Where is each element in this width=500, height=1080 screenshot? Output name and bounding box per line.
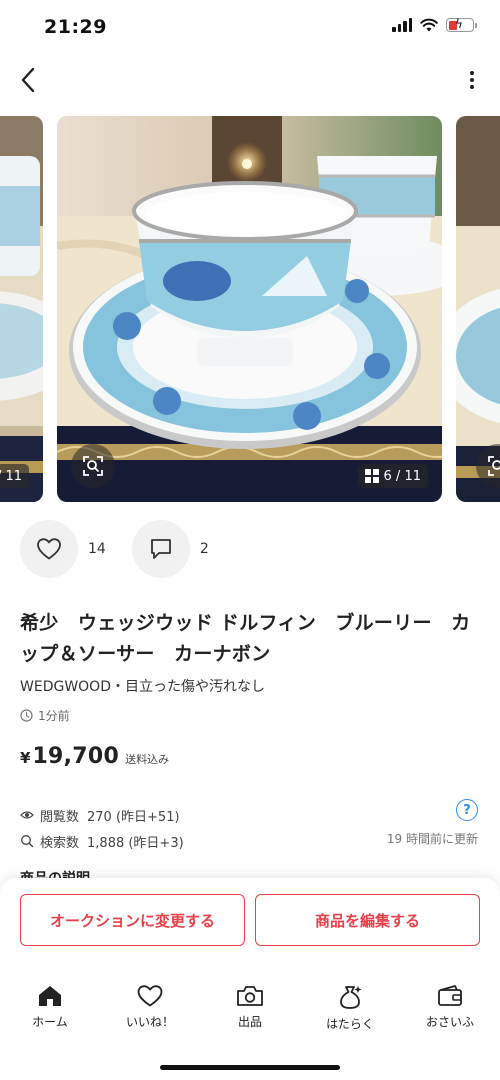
price-symbol: ¥ (20, 749, 31, 767)
tab-likes[interactable]: いいね！ (100, 984, 200, 1046)
heart-icon (37, 538, 61, 560)
home-icon (39, 986, 61, 1006)
zoom-search-icon (488, 456, 500, 476)
photo-counter-previous: / 11 (0, 464, 29, 488)
wallet-icon (438, 985, 462, 1006)
eye-icon (20, 811, 34, 819)
price-value: 19,700 (32, 744, 120, 769)
battery-icon: ϟ (446, 17, 477, 32)
price-row: ¥ 19,700 送料込み (20, 744, 169, 769)
views-row: 閲覧数 270 (昨日+51) (20, 802, 480, 828)
more-dot-icon (470, 71, 474, 75)
comment-icon (150, 539, 171, 559)
photo-previous[interactable]: / 11 (0, 116, 43, 502)
stats-block: 閲覧数 270 (昨日+51) 検索数 1,888 (昨日+3) ? 19 時間… (20, 799, 480, 854)
item-title: 希少 ウェッジウッド ドルフィン ブルーリー カップ＆ソーサー カーナボン (20, 612, 471, 665)
search-icon (21, 835, 34, 848)
like-count: 14 (88, 541, 106, 557)
tab-work[interactable]: はたらく (300, 984, 400, 1046)
action-buttons: オークションに変更する 商品を編集する (20, 894, 480, 946)
back-button[interactable] (10, 62, 46, 98)
bottom-panel: オークションに変更する 商品を編集する ホーム いいね！ 出品 はたらく おさい… (0, 878, 500, 1080)
zoom-button[interactable] (71, 444, 115, 488)
edit-item-button[interactable]: 商品を編集する (255, 894, 480, 946)
tab-wallet[interactable]: おさいふ (400, 984, 500, 1046)
clock-icon (20, 709, 33, 722)
signal-icon (392, 18, 412, 32)
posted-time: 1分前 (20, 707, 70, 724)
money-bag-icon (340, 986, 362, 1009)
tab-home[interactable]: ホーム (0, 984, 100, 1046)
more-options-button[interactable] (462, 62, 482, 98)
item-brand-condition: WEDGWOOD・目立った傷や汚れなし (20, 679, 265, 695)
status-icons: ϟ (392, 17, 477, 32)
more-dot-icon (470, 78, 474, 82)
home-indicator (160, 1065, 340, 1070)
photo-next[interactable] (456, 116, 500, 502)
chevron-left-icon (21, 67, 35, 93)
photo-carousel[interactable]: / 11 (0, 116, 500, 502)
help-icon[interactable]: ? (456, 799, 478, 821)
status-bar: 21:29 ϟ (0, 0, 500, 54)
zoom-search-icon (83, 456, 103, 476)
comment-count: 2 (199, 541, 209, 557)
more-dot-icon (470, 85, 474, 89)
camera-icon (237, 986, 263, 1006)
updated-time: 19 時間前に更新 (386, 832, 478, 846)
nav-bar (0, 56, 500, 106)
grid-icon (364, 469, 379, 483)
tab-bar: ホーム いいね！ 出品 はたらく おさいふ (0, 984, 500, 1046)
change-to-auction-button[interactable]: オークションに変更する (20, 894, 245, 946)
photo-main[interactable]: 6 / 11 (57, 116, 442, 502)
wifi-icon (420, 18, 438, 32)
comment-button[interactable] (131, 520, 190, 578)
status-time: 21:29 (44, 16, 107, 38)
tab-sell[interactable]: 出品 (200, 984, 300, 1046)
heart-icon (137, 985, 163, 1007)
shipping-note: 送料込み (125, 753, 170, 766)
like-button[interactable] (20, 520, 78, 578)
action-row: 14 2 (20, 520, 235, 578)
photo-counter[interactable]: 6 / 11 (357, 464, 428, 488)
